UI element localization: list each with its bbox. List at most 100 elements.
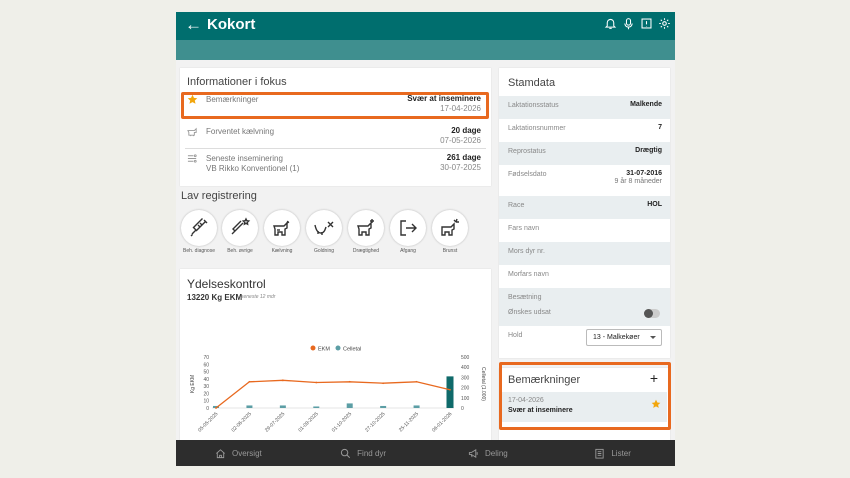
- stamdata-key: Morfars navn: [508, 271, 549, 278]
- app-window: ← Kokort Informationer i fokus Bemærknin…: [176, 12, 675, 466]
- stamdata-row: Fødselsdato 31-07-2016 9 år 8 måneder: [499, 165, 670, 196]
- hold-select[interactable]: 13 - Malkekøer: [586, 329, 662, 346]
- afgang-button[interactable]: [390, 210, 426, 246]
- lav-registrering-title: Lav registrering: [181, 190, 257, 202]
- nav-label: Lister: [611, 448, 631, 458]
- focus-row-calving[interactable]: Forventet kælvning 20 dage 07-05-2026: [185, 123, 486, 149]
- point-ekm: [281, 379, 284, 382]
- onskes-udsat-row: Ønskes udsat: [499, 303, 670, 326]
- list-icon: [595, 448, 604, 459]
- syringe-icon: [190, 218, 208, 237]
- brunst-button[interactable]: [432, 210, 468, 246]
- beh-diagnose-button[interactable]: [181, 210, 217, 246]
- hold-row: Hold 13 - Malkekøer: [499, 326, 670, 349]
- insemination-icon: [187, 154, 197, 163]
- bar-celletal: [380, 405, 387, 408]
- x-tick-label: 29-07-2025: [264, 411, 286, 433]
- ekm-summary: 13220 Kg EKM: [187, 293, 243, 302]
- goldning-button[interactable]: [306, 210, 342, 246]
- nav-find-dyr[interactable]: Find dyr: [301, 440, 426, 466]
- y-axis-title: Kg EKM: [190, 375, 196, 393]
- stamdata-key: Reprostatus: [508, 148, 546, 155]
- draegtighed-button[interactable]: [348, 210, 384, 246]
- nav-lister[interactable]: Lister: [550, 440, 675, 466]
- afgang-label: Afgang: [400, 248, 416, 254]
- hold-select-value: 13 - Malkekøer: [593, 334, 640, 341]
- legend-label-celletal: Celletal: [343, 347, 361, 353]
- point-ekm: [382, 382, 385, 385]
- legend-label-ekm: EKM: [318, 347, 330, 353]
- bell-icon[interactable]: [604, 17, 617, 30]
- focus-row-sub: VB Rikko Konventionel (1): [206, 164, 300, 173]
- sub-header-bar: [176, 40, 675, 60]
- gear-icon[interactable]: [658, 17, 671, 30]
- beh-ovrige-button[interactable]: [222, 210, 258, 246]
- y-tick-label: 0: [206, 406, 209, 412]
- bar-celletal: [313, 406, 320, 408]
- legend-marker-ekm: [310, 345, 316, 351]
- focus-row-label: Forventet kælvning: [206, 127, 275, 136]
- y-tick-label: 70: [203, 355, 209, 361]
- page-title: Kokort: [207, 16, 256, 33]
- stamdata-value: Drægtig: [635, 147, 662, 154]
- y2-tick-label: 100: [461, 396, 470, 402]
- home-icon: [216, 448, 225, 458]
- stamdata-value: 31-07-2016: [626, 170, 662, 177]
- bar-celletal: [246, 405, 253, 408]
- focus-row-value: 261 dage: [446, 153, 481, 162]
- stamdata-key: Besætning: [508, 294, 542, 301]
- nav-oversigt[interactable]: Oversigt: [176, 440, 301, 466]
- microphone-icon[interactable]: [622, 17, 635, 30]
- beh-ovrige-label: Beh. øvrige: [227, 248, 253, 254]
- nav-deling[interactable]: Deling: [426, 440, 551, 466]
- stamdata-title: Stamdata: [508, 77, 556, 89]
- y-tick-label: 30: [203, 384, 209, 390]
- nav-label: Deling: [485, 448, 508, 458]
- udder-x-icon: [314, 221, 334, 235]
- x-tick-label: 01-09-2025: [297, 411, 319, 433]
- x-tick-label: 06-01-2026: [431, 411, 453, 433]
- cow-pregnant-icon: [357, 219, 374, 236]
- toggle-knob: [644, 309, 653, 318]
- syringe-star-icon: [231, 217, 251, 235]
- stamdata-row: Fars navn: [499, 219, 670, 242]
- brunst-label: Brunst: [442, 248, 458, 254]
- beh-diagnose-label: Beh. diagnose: [183, 248, 215, 254]
- note-icon[interactable]: [640, 17, 653, 30]
- focus-highlight-box: [181, 92, 489, 119]
- kaelvning-label: Kælvning: [271, 248, 293, 254]
- point-ekm: [215, 407, 217, 409]
- stamdata-row: Race HOL: [499, 196, 670, 219]
- ydelse-chart: EKM Celletal01020304050607001002003004005…: [190, 345, 486, 434]
- ydelseskontrol-card: Ydelseskontrol 13220 Kg EKM seneste 12 m…: [180, 269, 491, 447]
- y2-tick-label: 400: [461, 365, 470, 371]
- stamdata-card: Stamdata Laktationsstatus Malkende Laktati…: [499, 68, 670, 358]
- stamdata-row: Mors dyr nr.: [499, 242, 670, 265]
- focus-card: Informationer i fokus Bemærkninger Svær …: [180, 68, 491, 186]
- focus-row-date: 07-05-2026: [440, 136, 481, 145]
- stamdata-key: Laktationsnummer: [508, 125, 566, 132]
- legend-marker-celletal: [335, 345, 341, 351]
- focus-row-date: 30-07-2025: [440, 163, 481, 172]
- stamdata-key: Laktationsstatus: [508, 102, 559, 109]
- y2-tick-label: 500: [461, 355, 470, 361]
- stamdata-row: Laktationsstatus Malkende: [499, 96, 670, 119]
- focus-row-insemination[interactable]: Seneste inseminering VB Rikko Konvention…: [185, 150, 486, 176]
- x-tick-label: 27-10-2025: [364, 411, 386, 433]
- kaelvning-button[interactable]: [264, 210, 300, 246]
- arrow-left-icon[interactable]: ←: [185, 15, 202, 35]
- x-tick-label: 05-05-2025: [197, 411, 219, 433]
- calving-icon: [187, 127, 197, 137]
- x-tick-label: 02-06-2025: [231, 411, 253, 433]
- bar-celletal: [346, 403, 353, 408]
- top-bar: ← Kokort: [176, 12, 675, 40]
- bar-celletal: [413, 405, 420, 408]
- y-tick-label: 40: [203, 377, 209, 383]
- stamdata-row: Reprostatus Drægtig: [499, 142, 670, 165]
- focus-title: Informationer i fokus: [187, 76, 287, 88]
- search-icon: [341, 448, 351, 458]
- y2-tick-label: 0: [461, 406, 464, 412]
- point-ekm: [348, 380, 351, 383]
- goldning-label: Goldning: [313, 248, 334, 254]
- onskes-udsat-toggle[interactable]: [644, 309, 660, 318]
